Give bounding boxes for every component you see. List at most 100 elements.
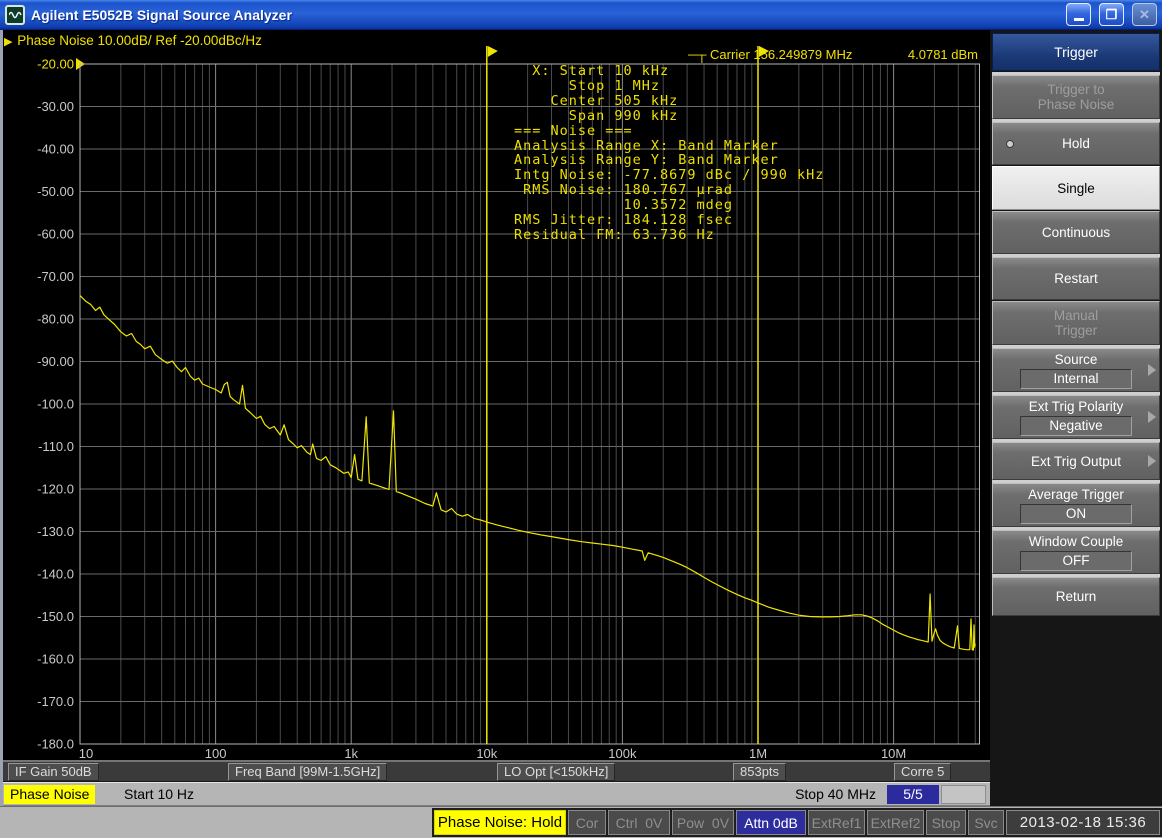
status-indicator-zone: Phase Noise: HoldCorCtrl 0VPow 0VAttn 0d… xyxy=(432,808,1162,837)
y-axis-labels: -20.00-30.00-40.00-50.00-60.00-70.00-80.… xyxy=(37,57,85,752)
correlation-chip: Corre 5 xyxy=(894,763,951,781)
menu-button-label: Single xyxy=(1057,181,1095,196)
svg-text:10: 10 xyxy=(79,746,93,760)
menu-button-return[interactable]: Return xyxy=(992,577,1160,616)
phase-noise-chart: -20.00-30.00-40.00-50.00-60.00-70.00-80.… xyxy=(0,30,990,760)
svg-text:-50.00: -50.00 xyxy=(37,184,74,199)
svg-text:-80.00: -80.00 xyxy=(37,312,74,327)
menu-button-value: Internal xyxy=(1020,369,1132,389)
title-bar: Agilent E5052B Signal Source Analyzer ❐ … xyxy=(0,0,1162,30)
trace-scale-label: Phase Noise 10.00dB/ Ref -20.00dBc/Hz xyxy=(17,33,262,48)
menu-button-hold[interactable]: Hold xyxy=(992,122,1160,165)
menu-button-ext-trig-polarity[interactable]: Ext Trig Polarity Negative xyxy=(992,395,1160,439)
noise-analysis-text: X: Start 10 kHz Stop 1 MHz Center 505 kH… xyxy=(514,64,824,243)
sweep-start-label: Start 10 Hz xyxy=(124,786,194,802)
menu-button-value: Negative xyxy=(1020,416,1132,436)
menu-button-manual-trigger: Manual Trigger xyxy=(992,301,1160,345)
menu-button-label: Ext Trig Output xyxy=(1031,454,1121,469)
svg-text:100k: 100k xyxy=(608,746,637,760)
status-indicator-extref1: ExtRef1 xyxy=(808,810,865,835)
menu-button-continuous[interactable]: Continuous xyxy=(992,211,1160,254)
menu-button-single[interactable]: Single xyxy=(992,166,1160,210)
page-stepper[interactable] xyxy=(941,785,986,804)
menu-button-window-couple[interactable]: Window Couple OFF xyxy=(992,530,1160,574)
restore-button[interactable]: ❐ xyxy=(1099,3,1124,26)
menu-button-label: Average Trigger xyxy=(1028,487,1124,502)
lo-opt-chip: LO Opt [<150kHz] xyxy=(497,763,615,781)
trace-header: ▶ Phase Noise 10.00dB/ Ref -20.00dBc/Hz xyxy=(4,33,262,48)
sweep-range-bar: Phase Noise Start 10 Hz Stop 40 MHz 5/5 xyxy=(0,782,990,806)
menu-button-ext-trig-output[interactable]: Ext Trig Output xyxy=(992,442,1160,480)
points-chip: 853pts xyxy=(733,763,786,781)
svg-text:-140.0: -140.0 xyxy=(37,567,74,582)
svg-text:-40.00: -40.00 xyxy=(37,142,74,157)
status-indicator-ctrl-0v: Ctrl 0V xyxy=(608,810,670,835)
svg-text:-130.0: -130.0 xyxy=(37,524,74,539)
menu-button-label: Trigger to Phase Noise xyxy=(1038,82,1115,112)
carrier-frequency: ─┬ Carrier 156.249879 MHz xyxy=(688,47,852,62)
carrier-readout: ─┬ Carrier 156.249879 MHz 4.0781 dBm xyxy=(688,47,978,62)
phase-noise-panel: -20.00-30.00-40.00-50.00-60.00-70.00-80.… xyxy=(0,30,990,806)
measurement-mode-tab[interactable]: Phase Noise xyxy=(4,785,95,804)
svg-text:1k: 1k xyxy=(344,746,358,760)
sweep-stop-label: Stop 40 MHz xyxy=(795,786,876,802)
freq-band-chip: Freq Band [99M-1.5GHz] xyxy=(228,763,387,781)
if-gain-chip: IF Gain 50dB xyxy=(8,763,99,781)
svg-text:1M: 1M xyxy=(749,746,767,760)
svg-text:-180.0: -180.0 xyxy=(37,737,74,752)
app-icon xyxy=(5,5,25,25)
menu-button-trigger-to-phase-noise: Trigger to Phase Noise xyxy=(992,75,1160,119)
menu-button-label: Continuous xyxy=(1042,225,1110,240)
carrier-marker-icon: ─┬ xyxy=(688,47,706,62)
status-indicator-attn-0db: Attn 0dB xyxy=(736,810,806,835)
band-marker[interactable] xyxy=(487,46,498,744)
menu-button-label: Manual Trigger xyxy=(1054,308,1098,338)
menu-button-label: Return xyxy=(1056,589,1097,604)
menu-button-label: Restart xyxy=(1054,271,1098,286)
settings-bar: IF Gain 50dB Freq Band [99M-1.5GHz] LO O… xyxy=(0,760,990,782)
menu-button-restart[interactable]: Restart xyxy=(992,257,1160,300)
status-indicator-stop: Stop xyxy=(926,810,966,835)
submenu-arrow-icon xyxy=(1148,364,1156,376)
svg-text:-110.0: -110.0 xyxy=(38,439,74,454)
svg-text:-70.00: -70.00 xyxy=(37,269,74,284)
trace-marker-icon: ▶ xyxy=(4,36,12,48)
menu-button-source[interactable]: Source Internal xyxy=(992,348,1160,392)
status-indicator-extref2: ExtRef2 xyxy=(867,810,924,835)
carrier-power: 4.0781 dBm xyxy=(908,47,978,62)
minimize-button[interactable] xyxy=(1066,3,1091,26)
softkey-menu: Trigger Trigger to Phase Noise Hold Single… xyxy=(990,30,1162,806)
menu-title: Trigger xyxy=(992,33,1160,71)
svg-text:-160.0: -160.0 xyxy=(37,652,74,667)
submenu-arrow-icon xyxy=(1148,455,1156,467)
svg-text:100: 100 xyxy=(205,746,227,760)
status-indicator-svc: Svc xyxy=(968,810,1004,835)
submenu-arrow-icon xyxy=(1148,411,1156,423)
band-marker-flag-icon xyxy=(488,46,498,57)
selected-radio-icon xyxy=(1006,140,1014,148)
svg-text:-150.0: -150.0 xyxy=(37,609,74,624)
x-axis-labels: 101001k10k100k1M10M xyxy=(79,746,906,760)
close-button[interactable]: ✕ xyxy=(1132,3,1157,26)
svg-text:-30.00: -30.00 xyxy=(37,99,74,114)
window-page-indicator[interactable]: 5/5 xyxy=(887,785,939,804)
measurement-status-badge: Phase Noise: Hold xyxy=(434,810,566,835)
svg-text:-170.0: -170.0 xyxy=(37,694,74,709)
svg-text:-100.0: -100.0 xyxy=(37,397,74,412)
menu-button-label: Source xyxy=(1055,352,1098,367)
datetime-display: 2013-02-18 15:36 xyxy=(1006,810,1160,835)
menu-button-label: Hold xyxy=(1062,136,1090,151)
status-bar: Phase Noise: HoldCorCtrl 0VPow 0VAttn 0d… xyxy=(0,806,1162,838)
menu-button-label: Ext Trig Polarity xyxy=(1029,399,1124,414)
menu-button-label: Window Couple xyxy=(1029,534,1124,549)
menu-button-value: OFF xyxy=(1020,551,1132,571)
svg-text:-90.00: -90.00 xyxy=(37,354,74,369)
menu-button-value: ON xyxy=(1020,504,1132,524)
svg-text:-120.0: -120.0 xyxy=(37,482,74,497)
status-indicator-pow-0v: Pow 0V xyxy=(672,810,734,835)
window-left-border xyxy=(0,30,3,806)
svg-text:-20.00: -20.00 xyxy=(37,57,74,72)
menu-button-average-trigger[interactable]: Average Trigger ON xyxy=(992,483,1160,527)
window-title: Agilent E5052B Signal Source Analyzer xyxy=(31,7,1058,23)
svg-text:10M: 10M xyxy=(881,746,906,760)
